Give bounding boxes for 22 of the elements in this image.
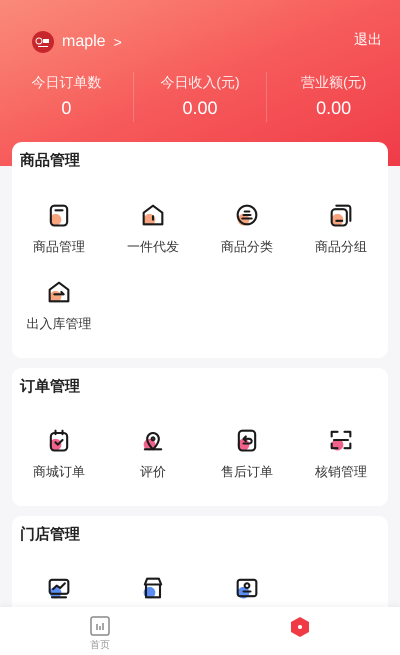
stat-value: 0 <box>61 97 72 120</box>
section-title: 订单管理 <box>18 376 81 396</box>
item-label[interactable]: 商品分类 <box>221 236 273 256</box>
item-label[interactable]: 商城订单 <box>33 462 85 482</box>
stat-value: 0.00 <box>316 97 352 120</box>
chart-icon <box>90 616 110 636</box>
item-label[interactable]: 评价 <box>140 462 166 482</box>
hexagon-icon <box>290 616 310 638</box>
item-label[interactable]: 一件代发 <box>127 236 179 256</box>
stat-value: 0.00 <box>182 97 218 120</box>
logo-icon <box>32 31 54 53</box>
tab-label: 首页 <box>90 639 110 653</box>
stat-label: 今日收入(元) <box>160 73 240 92</box>
item-label[interactable]: 售后订单 <box>221 462 273 482</box>
stat-label: 今日订单数 <box>31 73 102 92</box>
item-label[interactable]: 商品管理 <box>33 236 85 256</box>
stat-label: 营业额(元) <box>301 73 366 92</box>
item-label[interactable]: 出入库管理 <box>26 314 92 334</box>
item-label[interactable]: 核销管理 <box>315 462 367 482</box>
item-label[interactable]: 商品分组 <box>315 236 367 256</box>
section-title: 商品管理 <box>19 151 81 171</box>
section-title: 门店管理 <box>19 524 81 544</box>
